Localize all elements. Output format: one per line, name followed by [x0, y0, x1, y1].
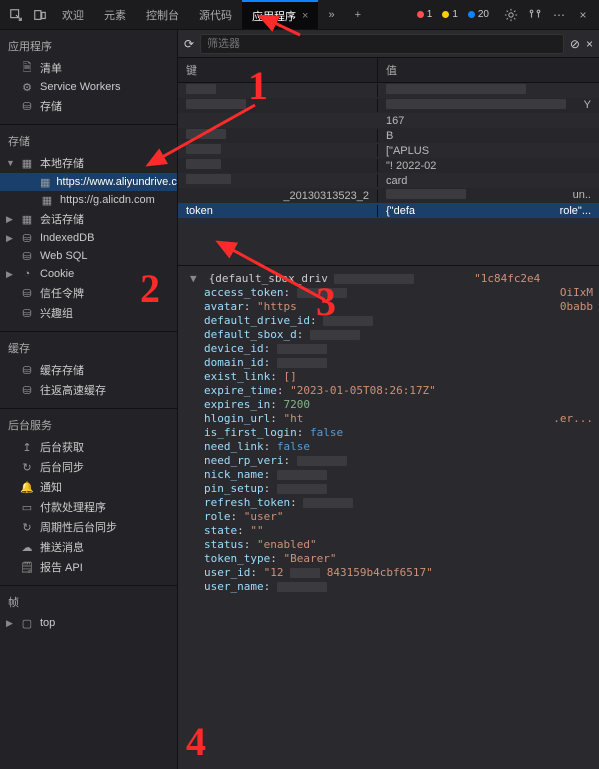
- col-key-header[interactable]: 键: [178, 58, 378, 82]
- table-row[interactable]: 167: [178, 113, 599, 128]
- caret-right-icon: ▶: [6, 269, 13, 280]
- filter-input[interactable]: [200, 34, 564, 54]
- table-row[interactable]: "! 2022-02: [178, 158, 599, 173]
- tab-console[interactable]: 控制台: [136, 0, 189, 29]
- grid-icon: ▦: [40, 175, 50, 189]
- tab-application-label: 应用程序: [252, 8, 296, 24]
- sidebar-item-manifest[interactable]: 🗎清单: [0, 58, 177, 78]
- sidebar-item-bg-fetch[interactable]: ↥后台获取: [0, 437, 177, 457]
- tabs-overflow[interactable]: »: [318, 0, 344, 29]
- warnings-badge[interactable]: 1: [438, 8, 462, 21]
- sidebar-item-trust-tokens[interactable]: ⛁信任令牌: [0, 283, 177, 303]
- sidebar-item-cache-storage[interactable]: ⛁缓存存储: [0, 360, 177, 380]
- db-icon: ⛁: [20, 231, 34, 245]
- grid-icon: ▦: [20, 212, 34, 226]
- caret-right-icon: ▶: [6, 233, 13, 244]
- db-icon: ⛁: [20, 99, 34, 113]
- section-application: 应用程序: [0, 34, 177, 58]
- db-icon: ⛁: [20, 286, 34, 300]
- info-badge[interactable]: 20: [464, 8, 493, 21]
- storage-table: 键 值 Y167B["APLUS"! 2022-02card_201303135…: [178, 58, 599, 266]
- sidebar-item-service-workers[interactable]: ⚙Service Workers: [0, 78, 177, 96]
- section-frames: 帧: [0, 590, 177, 614]
- cookie-icon: ◔: [20, 267, 34, 281]
- sidebar-item-push[interactable]: ☁推送消息: [0, 537, 177, 557]
- close-devtools-icon[interactable]: ×: [571, 3, 595, 27]
- table-row[interactable]: Y: [178, 98, 599, 113]
- gear-icon: ⚙: [20, 80, 34, 94]
- content-pane: ⟳ ⊘ × 键 值 Y167B["APLUS"! 2022-02card_201…: [178, 30, 599, 769]
- sync-icon: ↻: [20, 520, 34, 534]
- bell-icon: 🔔: [20, 480, 34, 494]
- dot-yellow-icon: [442, 11, 449, 18]
- dock-icon[interactable]: [523, 3, 547, 27]
- delete-icon[interactable]: ×: [586, 37, 593, 51]
- caret-right-icon: ▶: [6, 214, 13, 225]
- inspect-icon[interactable]: [4, 3, 28, 27]
- col-value-header[interactable]: 值: [378, 58, 599, 82]
- sidebar-item-top-frame[interactable]: ▶▢top: [0, 614, 177, 632]
- grid-icon: ▦: [20, 156, 34, 170]
- sidebar-item-interest-groups[interactable]: ⛁兴趣组: [0, 303, 177, 323]
- filter-bar: ⟳ ⊘ ×: [178, 30, 599, 58]
- window-icon: ▢: [20, 616, 34, 630]
- devtools-topbar: 欢迎 元素 控制台 源代码 应用程序 × » + 1 1 20 ⋯ ×: [0, 0, 599, 30]
- grid-icon: ▦: [40, 193, 54, 207]
- sidebar-item-cookies[interactable]: ▶◔Cookie: [0, 265, 177, 283]
- section-cache: 缓存: [0, 336, 177, 360]
- device-icon[interactable]: [28, 3, 52, 27]
- sidebar-item-ls-origin-2[interactable]: ▦https://g.alicdn.com: [0, 191, 177, 209]
- sidebar-item-ls-origin-1[interactable]: ▦https://www.aliyundrive.c: [0, 173, 177, 191]
- settings-icon[interactable]: [499, 3, 523, 27]
- table-row[interactable]: _20130313523_2un..: [178, 188, 599, 203]
- sidebar-item-storage[interactable]: ⛁存储: [0, 96, 177, 116]
- table-row[interactable]: card: [178, 173, 599, 188]
- db-icon: ⛁: [20, 306, 34, 320]
- card-icon: ▭: [20, 500, 34, 514]
- caret-down-icon: ▼: [6, 158, 15, 168]
- toggle-icon[interactable]: ▼: [190, 272, 202, 286]
- db-icon: ⛁: [20, 383, 34, 397]
- tab-welcome[interactable]: 欢迎: [52, 0, 94, 29]
- db-icon: ⛁: [20, 363, 34, 377]
- db-icon: ⛁: [20, 249, 34, 263]
- sidebar-item-session-storage[interactable]: ▶▦会话存储: [0, 209, 177, 229]
- sidebar-item-websql[interactable]: ⛁Web SQL: [0, 247, 177, 265]
- sidebar-item-bfcache[interactable]: ⛁往返高速缓存: [0, 380, 177, 400]
- report-icon: 🗒: [20, 560, 34, 574]
- table-row[interactable]: token{"defarole"...: [178, 203, 599, 218]
- sidebar-item-periodic-sync[interactable]: ↻周期性后台同步: [0, 517, 177, 537]
- table-row[interactable]: [178, 83, 599, 98]
- section-bg-services: 后台服务: [0, 413, 177, 437]
- dot-red-icon: [417, 11, 424, 18]
- tab-add[interactable]: +: [345, 0, 371, 29]
- table-row[interactable]: B: [178, 128, 599, 143]
- sidebar-item-reporting-api[interactable]: 🗒报告 API: [0, 557, 177, 577]
- sidebar-item-local-storage[interactable]: ▼▦本地存储: [0, 153, 177, 173]
- status-badges[interactable]: 1 1 20: [413, 8, 493, 21]
- value-detail[interactable]: ▼ {default_sbox_driv "1c84fc2e4 access_t…: [178, 266, 599, 769]
- doc-icon: 🗎: [20, 61, 34, 75]
- sidebar-item-indexeddb[interactable]: ▶⛁IndexedDB: [0, 229, 177, 247]
- close-icon[interactable]: ×: [302, 10, 308, 22]
- tab-application[interactable]: 应用程序 ×: [242, 0, 318, 29]
- cloud-icon: ☁: [20, 540, 34, 554]
- caret-right-icon: ▶: [6, 618, 13, 629]
- sync-icon: ↻: [20, 460, 34, 474]
- up-icon: ↥: [20, 440, 34, 454]
- sidebar-item-payment-handler[interactable]: ▭付款处理程序: [0, 497, 177, 517]
- dot-blue-icon: [468, 11, 475, 18]
- table-row[interactable]: ["APLUS: [178, 143, 599, 158]
- errors-badge[interactable]: 1: [413, 8, 437, 21]
- app-sidebar: 应用程序 🗎清单 ⚙Service Workers ⛁存储 存储 ▼▦本地存储 …: [0, 30, 178, 769]
- devtools-tabs: 欢迎 元素 控制台 源代码 应用程序 × » +: [52, 0, 371, 29]
- more-icon[interactable]: ⋯: [547, 3, 571, 27]
- section-storage: 存储: [0, 129, 177, 153]
- refresh-icon[interactable]: ⟳: [184, 37, 194, 51]
- tab-sources[interactable]: 源代码: [189, 0, 242, 29]
- tab-elements[interactable]: 元素: [94, 0, 136, 29]
- clear-icon[interactable]: ⊘: [570, 37, 580, 51]
- sidebar-item-notifications[interactable]: 🔔通知: [0, 477, 177, 497]
- sidebar-item-bg-sync[interactable]: ↻后台同步: [0, 457, 177, 477]
